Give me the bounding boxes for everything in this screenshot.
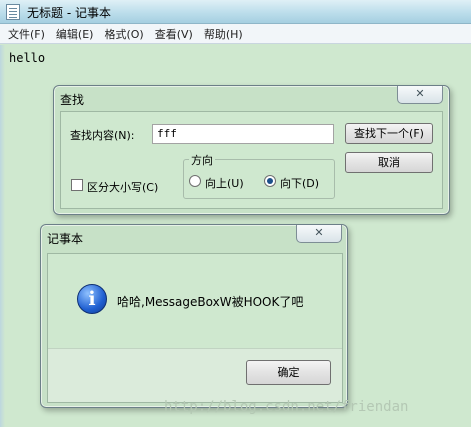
menu-view[interactable]: 查看(V) (155, 26, 193, 42)
find-next-button[interactable]: 查找下一个(F) (345, 123, 433, 144)
cancel-button[interactable]: 取消 (345, 152, 433, 173)
menu-file[interactable]: 文件(F) (8, 26, 45, 42)
menu-help[interactable]: 帮助(H) (204, 26, 243, 42)
notepad-icon (6, 4, 20, 20)
close-icon: ✕ (415, 87, 425, 100)
info-icon: i (77, 284, 107, 314)
message-text: 哈哈,MessageBoxW被HOOK了吧 (117, 295, 304, 309)
direction-down-label: 向下(D) (280, 177, 320, 190)
title-bar: 无标题 - 记事本 (0, 0, 471, 24)
menu-edit[interactable]: 编辑(E) (56, 26, 94, 42)
find-dialog-close-button[interactable]: ✕ (397, 86, 443, 104)
find-dialog: 查找 ✕ 查找内容(N): fff 查找下一个(F) 取消 区分大小写(C) 方… (53, 85, 450, 215)
message-box-close-button[interactable]: ✕ (296, 225, 342, 243)
find-dialog-body: 查找内容(N): fff 查找下一个(F) 取消 区分大小写(C) 方向 向上(… (60, 111, 443, 209)
window-frame-edge (0, 45, 5, 427)
editor-content: hello (9, 51, 46, 65)
find-what-label: 查找内容(N): (70, 129, 135, 142)
window-title: 无标题 - 记事本 (27, 6, 111, 20)
info-icon-glyph: i (88, 288, 96, 310)
direction-group-title: 方向 (189, 152, 215, 168)
message-box-body: i 哈哈,MessageBoxW被HOOK了吧 确定 (47, 253, 343, 403)
message-box-title: 记事本 (47, 232, 84, 246)
menu-format[interactable]: 格式(O) (104, 26, 143, 42)
menu-bar: 文件(F) 编辑(E) 格式(O) 查看(V) 帮助(H) (0, 24, 471, 44)
watermark-text: http://blog.csdn.net/friendan (164, 399, 409, 415)
direction-up-label: 向上(U) (205, 177, 244, 190)
message-box: 记事本 ✕ i 哈哈,MessageBoxW被HOOK了吧 确定 (40, 224, 348, 408)
match-case-label: 区分大小写(C) (87, 181, 159, 194)
ok-button[interactable]: 确定 (246, 360, 331, 385)
find-what-input[interactable]: fff (152, 124, 334, 144)
close-icon: ✕ (314, 226, 324, 239)
direction-up-radio[interactable] (189, 175, 201, 187)
find-dialog-title: 查找 (60, 93, 85, 107)
match-case-checkbox[interactable] (71, 179, 83, 191)
direction-down-radio[interactable] (264, 175, 276, 187)
find-what-value: fff (157, 127, 177, 140)
